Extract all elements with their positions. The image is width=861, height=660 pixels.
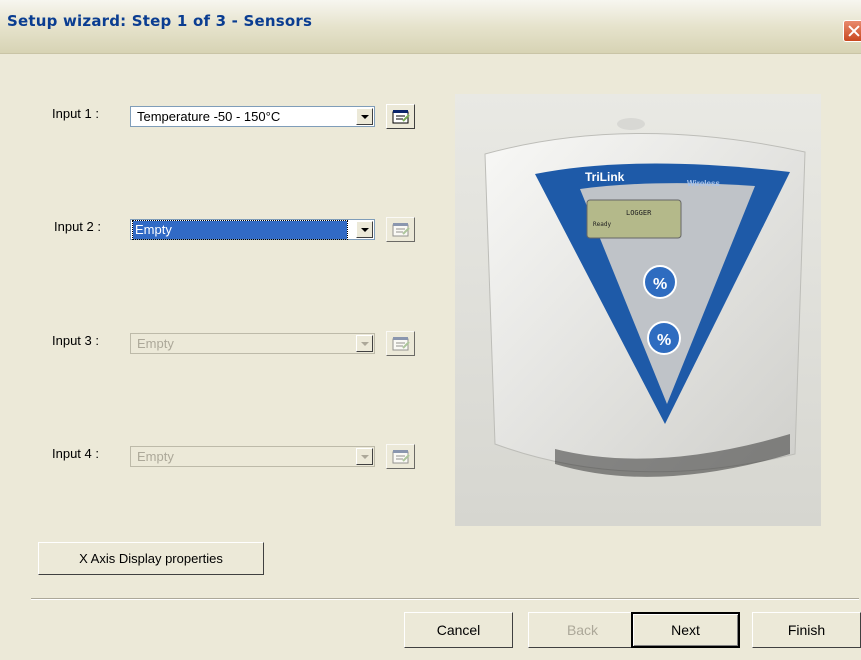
chevron-down-icon[interactable]: [356, 108, 373, 125]
logger-device-illustration: TriLink Wireless LOGGER Ready % %: [484, 118, 806, 477]
device-brand: TriLink: [585, 170, 625, 184]
back-button: Back: [528, 612, 637, 648]
properties-icon: [392, 223, 410, 237]
device-wireless-label: Wireless: [687, 179, 720, 188]
input-4-label: Input 4 :: [52, 446, 99, 461]
input-2-value: Empty: [132, 220, 348, 240]
input-3-select: Empty: [130, 333, 375, 354]
title-bar: Setup wizard: Step 1 of 3 - Sensors: [0, 0, 861, 54]
properties-icon: [392, 450, 410, 464]
input-1-properties-button[interactable]: [386, 104, 415, 129]
input-2-select[interactable]: Empty: [130, 219, 375, 240]
properties-icon: [392, 337, 410, 351]
input-3-label: Input 3 :: [52, 333, 99, 348]
chevron-down-icon: [356, 335, 373, 352]
properties-icon: [392, 110, 410, 124]
input-2-label: Input 2 :: [54, 219, 101, 234]
chevron-down-icon: [356, 448, 373, 465]
x-axis-display-properties-button[interactable]: X Axis Display properties: [38, 542, 264, 575]
input-4-properties-button[interactable]: [386, 444, 415, 469]
input-1-value: Temperature -50 - 150°C: [137, 109, 281, 124]
input-2-properties-button[interactable]: [386, 217, 415, 242]
close-button[interactable]: [843, 20, 861, 42]
device-display-line2: Ready: [593, 221, 611, 228]
cancel-button[interactable]: Cancel: [404, 612, 513, 648]
device-image: TriLink Wireless LOGGER Ready % %: [455, 94, 821, 526]
window-title: Setup wizard: Step 1 of 3 - Sensors: [7, 12, 313, 30]
svg-text:%: %: [653, 276, 667, 293]
finish-button[interactable]: Finish: [752, 612, 861, 648]
input-4-value: Empty: [137, 449, 174, 464]
divider: [31, 598, 859, 600]
svg-text:%: %: [657, 332, 671, 349]
input-3-value: Empty: [137, 336, 174, 351]
chevron-down-icon[interactable]: [356, 221, 373, 238]
input-1-select[interactable]: Temperature -50 - 150°C: [130, 106, 375, 127]
device-display-line1: LOGGER: [626, 209, 652, 217]
input-3-properties-button[interactable]: [386, 331, 415, 356]
input-4-select: Empty: [130, 446, 375, 467]
input-1-label: Input 1 :: [52, 106, 99, 121]
next-button[interactable]: Next: [631, 612, 740, 648]
